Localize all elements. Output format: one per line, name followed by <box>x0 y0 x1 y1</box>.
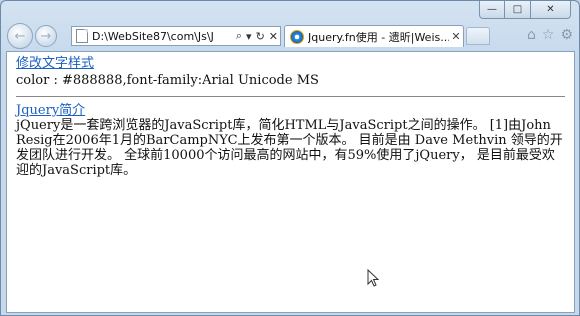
tab-active[interactable]: Jquery.fn使用 - 遗昕|Weis... ✕ <box>284 25 464 47</box>
search-icon[interactable]: ⌕ <box>234 29 244 43</box>
page-icon <box>76 29 88 43</box>
ie-icon <box>290 29 304 44</box>
caption-buttons: — □ ✕ <box>479 1 571 19</box>
stop-icon[interactable]: ✕ <box>267 30 280 43</box>
navigation-bar: ← → D:\WebSite87\com\Js\J ⌕ ▾ ↻ ✕ Jquery… <box>1 21 579 51</box>
intro-paragraph: jQuery是一套跨浏览器的JavaScript库，简化HTML与JavaScr… <box>16 118 563 178</box>
favorites-star-icon[interactable]: ☆ <box>542 27 555 43</box>
dropdown-icon[interactable]: ▾ <box>244 30 254 43</box>
page-content: 修改文字样式 color : #888888,font-family:Arial… <box>6 51 575 313</box>
tab-close-icon[interactable]: ✕ <box>449 30 463 43</box>
forward-button[interactable]: → <box>35 25 57 47</box>
home-icon[interactable]: ⌂ <box>527 27 536 43</box>
address-input[interactable]: D:\WebSite87\com\Js\J <box>92 30 234 43</box>
refresh-icon[interactable]: ↻ <box>254 30 267 43</box>
color-info-text: color : #888888,font-family:Arial Unicod… <box>16 73 319 88</box>
tab-title: Jquery.fn使用 - 遗昕|Weis... <box>308 30 449 44</box>
new-tab-button[interactable] <box>466 27 490 45</box>
mouse-cursor-icon <box>367 269 379 287</box>
minimize-button[interactable]: — <box>479 1 505 19</box>
maximize-button[interactable]: □ <box>505 1 531 19</box>
toolbar-icons: ⌂ ☆ ⚙ <box>527 27 573 43</box>
address-bar[interactable]: D:\WebSite87\com\Js\J ⌕ ▾ ↻ ✕ <box>71 26 281 46</box>
link-style-change[interactable]: 修改文字样式 <box>16 56 565 71</box>
back-button[interactable]: ← <box>7 23 33 49</box>
link-jquery-intro[interactable]: Jquery简介 <box>16 103 565 118</box>
forward-arrow-icon: → <box>40 28 52 44</box>
divider <box>16 96 565 97</box>
browser-window: — □ ✕ ← → D:\WebSite87\com\Js\J ⌕ ▾ ↻ ✕ … <box>0 0 580 316</box>
close-window-button[interactable]: ✕ <box>531 1 571 19</box>
tools-gear-icon[interactable]: ⚙ <box>560 27 573 43</box>
back-arrow-icon: ← <box>14 28 26 44</box>
